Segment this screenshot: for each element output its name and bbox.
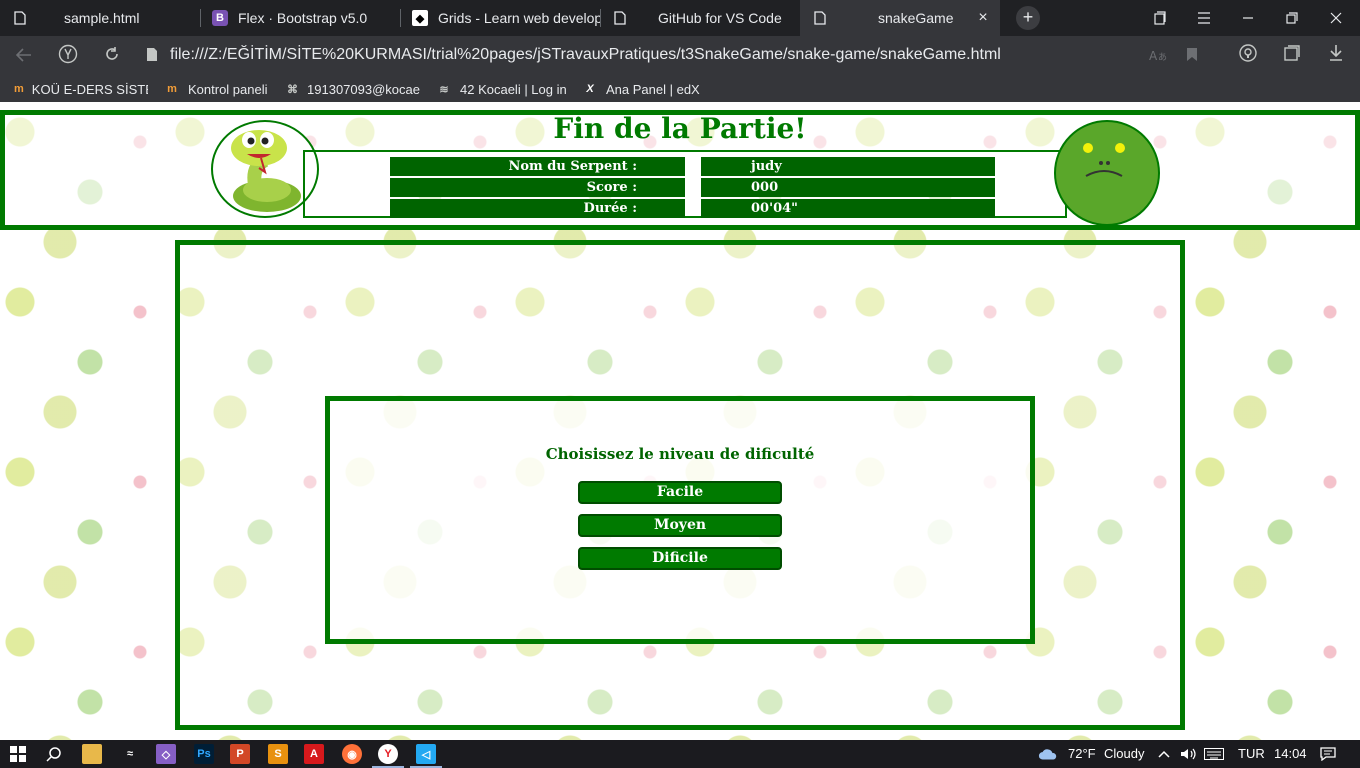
bookmark-label: 191307093@kocae: [307, 81, 420, 97]
bootstrap-icon: B: [212, 10, 228, 26]
bookmark-kontrol-paneli[interactable]: m Kontrol paneli: [164, 80, 268, 98]
svg-text:あ: あ: [1158, 52, 1167, 62]
search-icon[interactable]: [44, 744, 64, 764]
file-explorer-icon[interactable]: [82, 744, 102, 764]
tab-label: GitHub for VS Code: [658, 10, 782, 26]
minimize-icon[interactable]: [1226, 0, 1270, 36]
document-icon: [612, 10, 628, 26]
difficulty-dialog: Choisissez le niveau de dificulté Facile…: [325, 396, 1035, 644]
duration-value: 00'04": [701, 199, 995, 218]
snake-game-page: Fin de la Partie! Nom du Serpent : judy …: [0, 102, 1360, 740]
42-icon: ≋: [439, 83, 449, 96]
collections-icon[interactable]: [1280, 44, 1304, 68]
close-tab-icon[interactable]: ×: [974, 9, 992, 27]
bookmark-kocaeli-mail[interactable]: ⌘ 191307093@kocae: [286, 80, 420, 98]
windows-taskbar: ≈ ◇ Ps P S A ◉ Y ◁ 72°F Cloudy TUR 14:04: [0, 740, 1360, 768]
tab-label: Grids - Learn web develop: [438, 10, 600, 26]
download-icon[interactable]: [1324, 44, 1348, 68]
navigation-bar: file:///Z:/EĞİTİM/SİTE%20KURMASI/trial%2…: [0, 36, 1360, 76]
bookmark-icon[interactable]: [1180, 44, 1204, 68]
tab-github-vscode[interactable]: GitHub for VS Code: [600, 0, 800, 36]
tab-strip: sample.html B Flex · Bootstrap v5.0 ◆ Gr…: [0, 0, 1360, 36]
tab-sample[interactable]: sample.html: [0, 0, 200, 36]
tab-actions-icon[interactable]: [1138, 0, 1182, 36]
duration-label: Durée :: [390, 199, 685, 218]
back-arrow-icon[interactable]: [12, 44, 36, 68]
tab-mdn-grids[interactable]: ◆ Grids - Learn web develop: [400, 0, 600, 36]
sad-face-icon: [1054, 120, 1160, 226]
volume-icon[interactable]: [1178, 744, 1198, 764]
new-tab-button[interactable]: +: [1016, 6, 1040, 30]
bookmark-label: KOÜ E-DERS SİSTEM: [31, 81, 148, 97]
easy-level-button[interactable]: Facile: [578, 481, 782, 504]
bookmark-label: 42 Kocaeli | Log in: [460, 81, 567, 97]
pattern-icon: ⌘: [287, 83, 299, 96]
score-label: Score :: [390, 178, 685, 197]
address-bar[interactable]: file:///Z:/EĞİTİM/SİTE%20KURMASI/trial%2…: [170, 46, 1001, 64]
acrobat-icon[interactable]: A: [304, 744, 324, 764]
notifications-icon[interactable]: [1318, 744, 1338, 764]
input-language[interactable]: TUR: [1238, 746, 1265, 761]
bookmarks-bar: m KOÜ E-DERS SİSTEM m Kontrol paneli ⌘ 1…: [0, 76, 1360, 102]
document-icon: [12, 10, 28, 26]
cloud-icon[interactable]: [1038, 744, 1058, 764]
svg-text:A: A: [1149, 49, 1158, 62]
medium-level-button[interactable]: Moyen: [578, 514, 782, 537]
snake-name-label: Nom du Serpent :: [390, 157, 685, 176]
windows-start-icon[interactable]: [8, 744, 28, 764]
bookmark-42-kocaeli[interactable]: ≋ 42 Kocaeli | Log in: [436, 80, 567, 98]
moodle-icon: m: [14, 83, 24, 95]
clock-time[interactable]: 14:04: [1274, 746, 1307, 761]
tab-snakegame[interactable]: snakeGame ×: [800, 0, 1000, 36]
mdn-icon: ◆: [412, 10, 428, 26]
tab-label: Flex · Bootstrap v5.0: [238, 10, 368, 26]
bookmark-label: Ana Panel | edX: [606, 81, 700, 97]
bookmark-label: Kontrol paneli: [188, 81, 268, 97]
file-icon[interactable]: [140, 44, 164, 68]
powerpoint-icon[interactable]: P: [230, 744, 250, 764]
moodle-icon: m: [167, 83, 177, 95]
hard-level-button[interactable]: Dificile: [578, 547, 782, 570]
score-value: 000: [701, 178, 995, 197]
yandex-browser-icon[interactable]: Y: [378, 744, 398, 764]
weather-temperature[interactable]: 72°F: [1068, 746, 1096, 761]
restore-icon[interactable]: [1270, 0, 1314, 36]
close-window-icon[interactable]: [1314, 0, 1358, 36]
snake-name-value: judy: [701, 157, 995, 176]
tab-label: sample.html: [64, 10, 140, 26]
bookmark-edx[interactable]: X Ana Panel | edX: [582, 80, 700, 98]
difficulty-prompt: Choisissez le niveau de dificulté: [545, 445, 815, 463]
visual-studio-icon[interactable]: ◇: [156, 744, 176, 764]
bookmark-kou-ders[interactable]: m KOÜ E-DERS SİSTEM: [14, 80, 148, 98]
tab-bootstrap[interactable]: B Flex · Bootstrap v5.0: [200, 0, 400, 36]
reload-icon[interactable]: [100, 44, 124, 68]
extension-bulb-icon[interactable]: [1236, 44, 1260, 68]
photoshop-icon[interactable]: Ps: [194, 744, 214, 764]
firefox-icon[interactable]: ◉: [342, 744, 362, 764]
menu-icon[interactable]: [1182, 0, 1226, 36]
sublime-text-icon[interactable]: S: [268, 744, 288, 764]
winamp-icon[interactable]: ≈: [120, 744, 140, 764]
vscode-icon[interactable]: ◁: [416, 744, 436, 764]
weather-description[interactable]: Cloudy: [1104, 746, 1144, 761]
chevron-up-icon[interactable]: [1154, 744, 1174, 764]
translate-icon[interactable]: Aあ: [1146, 44, 1170, 68]
keyboard-icon[interactable]: [1204, 744, 1224, 764]
document-icon: [812, 10, 828, 26]
edx-icon: X: [586, 83, 594, 95]
yandex-icon[interactable]: [56, 44, 80, 68]
